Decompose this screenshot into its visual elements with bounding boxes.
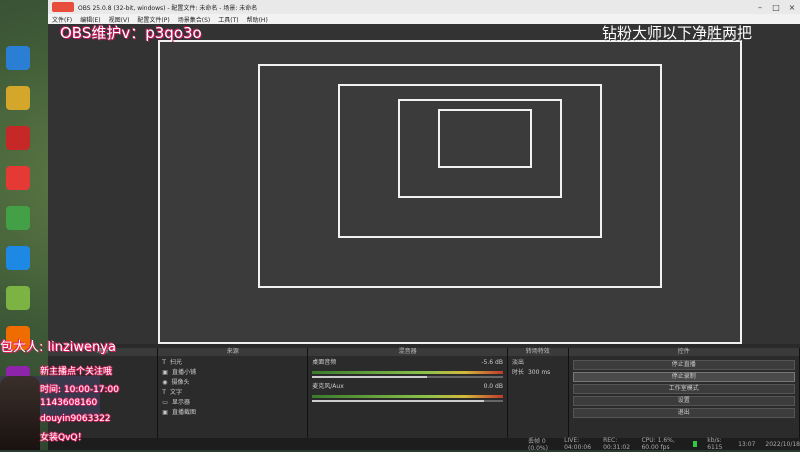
obs-logo-icon xyxy=(52,2,74,12)
duration-value: 300 ms xyxy=(527,369,551,376)
cpu-usage: CPU: 1.6%, 60.00 fps xyxy=(641,437,675,451)
streamer-name: 包大人: linziwenya xyxy=(0,340,116,355)
anime-character-image xyxy=(0,376,40,450)
clock-time: 13:07 xyxy=(738,440,756,448)
desktop-app-icon[interactable] xyxy=(6,246,30,270)
source-item[interactable]: ◉ 摄像头 xyxy=(162,378,303,388)
source-label: 直播截图 xyxy=(171,409,196,416)
image-source-icon: ▣ xyxy=(162,409,168,416)
mixer-channel-db: 0.0 dB xyxy=(483,383,503,390)
rec-time: REC: 00:31:02 xyxy=(603,437,631,451)
source-label: 显示器 xyxy=(171,399,190,406)
live-time: LIVE: 04:00:06 xyxy=(564,437,592,451)
streamer-line-douyin: douyin9063322 xyxy=(40,414,111,424)
close-button[interactable]: × xyxy=(784,3,800,12)
streamer-line-qq: 1143608160 xyxy=(40,398,98,408)
camera-source-icon: ◉ xyxy=(162,379,168,386)
volume-slider-fill xyxy=(312,376,427,378)
source-label: 摄像头 xyxy=(171,379,190,386)
volume-meter xyxy=(312,395,503,398)
transitions-dock: 转场特效 淡出 时长 300 ms xyxy=(507,348,569,438)
desktop-app-icon[interactable] xyxy=(6,46,30,70)
volume-meter xyxy=(312,371,503,374)
exit-button[interactable]: 退出 xyxy=(572,408,795,418)
stop-recording-button[interactable]: 停止录制 xyxy=(572,372,795,382)
menu-tools[interactable]: 工具(T) xyxy=(218,15,238,24)
desktop-app-icon[interactable] xyxy=(6,86,30,110)
duration-label: 时长 xyxy=(511,369,524,376)
stream-health-icon xyxy=(693,441,698,447)
transition-duration[interactable]: 时长 300 ms xyxy=(512,368,564,378)
transitions-header: 转场特效 xyxy=(507,348,568,356)
clock-date: 2022/10/18 xyxy=(765,440,800,448)
source-item[interactable]: T 扫光 xyxy=(162,358,303,368)
sources-dock: 来源 T 扫光 ▣ 直播小铺 ◉ 摄像头 T 文字 ▭ 显示器 ▣ 直播截图 xyxy=(158,348,309,438)
image-source-icon: ▣ xyxy=(162,369,168,376)
bitrate: kb/s: 6115 xyxy=(707,437,723,451)
mixer-header: 混音器 xyxy=(308,348,507,356)
mixer-channel: 桌面音频 -5.6 dB xyxy=(312,358,503,368)
bottom-docks: 场景 来源 T 扫光 ▣ 直播小铺 ◉ 摄像头 T 文字 ▭ 显示器 ▣ 直播截图 混音器 … xyxy=(48,348,800,438)
desktop-app-icon[interactable] xyxy=(6,286,30,310)
mixer-channel-name: 桌面音频 xyxy=(312,359,337,366)
streamer-line-extra: 女装QvQ！ xyxy=(40,433,87,443)
contact-overlay-text: OBS维护v：p3qo3o xyxy=(60,24,202,42)
volume-slider[interactable] xyxy=(312,400,503,402)
source-item[interactable]: ▣ 直播小铺 xyxy=(162,368,303,378)
transition-select[interactable]: 淡出 xyxy=(512,358,564,368)
mixer-channel-name: 麦克风/Aux xyxy=(312,383,344,390)
desktop-app-icon[interactable] xyxy=(6,166,30,190)
mixer-dock: 混音器 桌面音频 -5.6 dB 麦克风/Aux 0.0 dB xyxy=(308,348,508,438)
monitor-source-icon: ▭ xyxy=(162,399,168,406)
transition-type: 淡出 xyxy=(511,359,524,366)
streamer-overlay: 包大人: linziwenya 新主播点个关注哦 时间: 10:00-17:00… xyxy=(0,336,150,450)
controls-header: 控件 xyxy=(568,348,799,356)
preview-canvas[interactable] xyxy=(48,24,800,344)
slogan-overlay-text: 钻粉大师以下净胜两把 xyxy=(602,24,753,42)
mixer-channel-db: -5.6 dB xyxy=(481,359,503,366)
source-item[interactable]: ▣ 直播截图 xyxy=(162,408,303,418)
streamer-line-follow: 新主播点个关注哦 xyxy=(40,367,113,377)
sources-header: 来源 xyxy=(158,348,308,356)
studio-mode-button[interactable]: 工作室模式 xyxy=(572,384,795,394)
streamer-line-time: 时间: 10:00-17:00 xyxy=(40,385,120,395)
status-bar: 丢帧 0 (0.0%) LIVE: 04:00:06 REC: 00:31:02… xyxy=(48,437,800,452)
source-item[interactable]: ▭ 显示器 xyxy=(162,398,303,408)
source-label: 文字 xyxy=(169,389,182,396)
desktop-app-icon[interactable] xyxy=(6,206,30,230)
source-label: 直播小铺 xyxy=(171,369,196,376)
volume-slider-fill xyxy=(312,400,484,402)
maximize-button[interactable]: □ xyxy=(768,3,784,12)
minimize-button[interactable]: – xyxy=(752,3,768,12)
desktop-app-icon[interactable] xyxy=(6,126,30,150)
mixer-channel: 麦克风/Aux 0.0 dB xyxy=(312,382,503,392)
window-title: OBS 25.0.8 (32-bit, windows) - 配置文件: 未命名… xyxy=(78,4,258,12)
source-item[interactable]: T 文字 xyxy=(162,388,303,398)
menu-help[interactable]: 帮助(H) xyxy=(247,15,268,24)
volume-slider[interactable] xyxy=(312,376,503,378)
text-source-icon: T xyxy=(162,359,166,366)
settings-button[interactable]: 设置 xyxy=(572,396,795,406)
nested-preview xyxy=(438,109,532,168)
text-source-icon: T xyxy=(162,389,166,396)
source-label: 扫光 xyxy=(169,359,182,366)
title-bar: OBS 25.0.8 (32-bit, windows) - 配置文件: 未命名… xyxy=(48,0,800,14)
stop-streaming-button[interactable]: 停止直播 xyxy=(572,360,795,370)
controls-dock: 控件 停止直播 停止录制 工作室模式 设置 退出 xyxy=(568,348,800,438)
